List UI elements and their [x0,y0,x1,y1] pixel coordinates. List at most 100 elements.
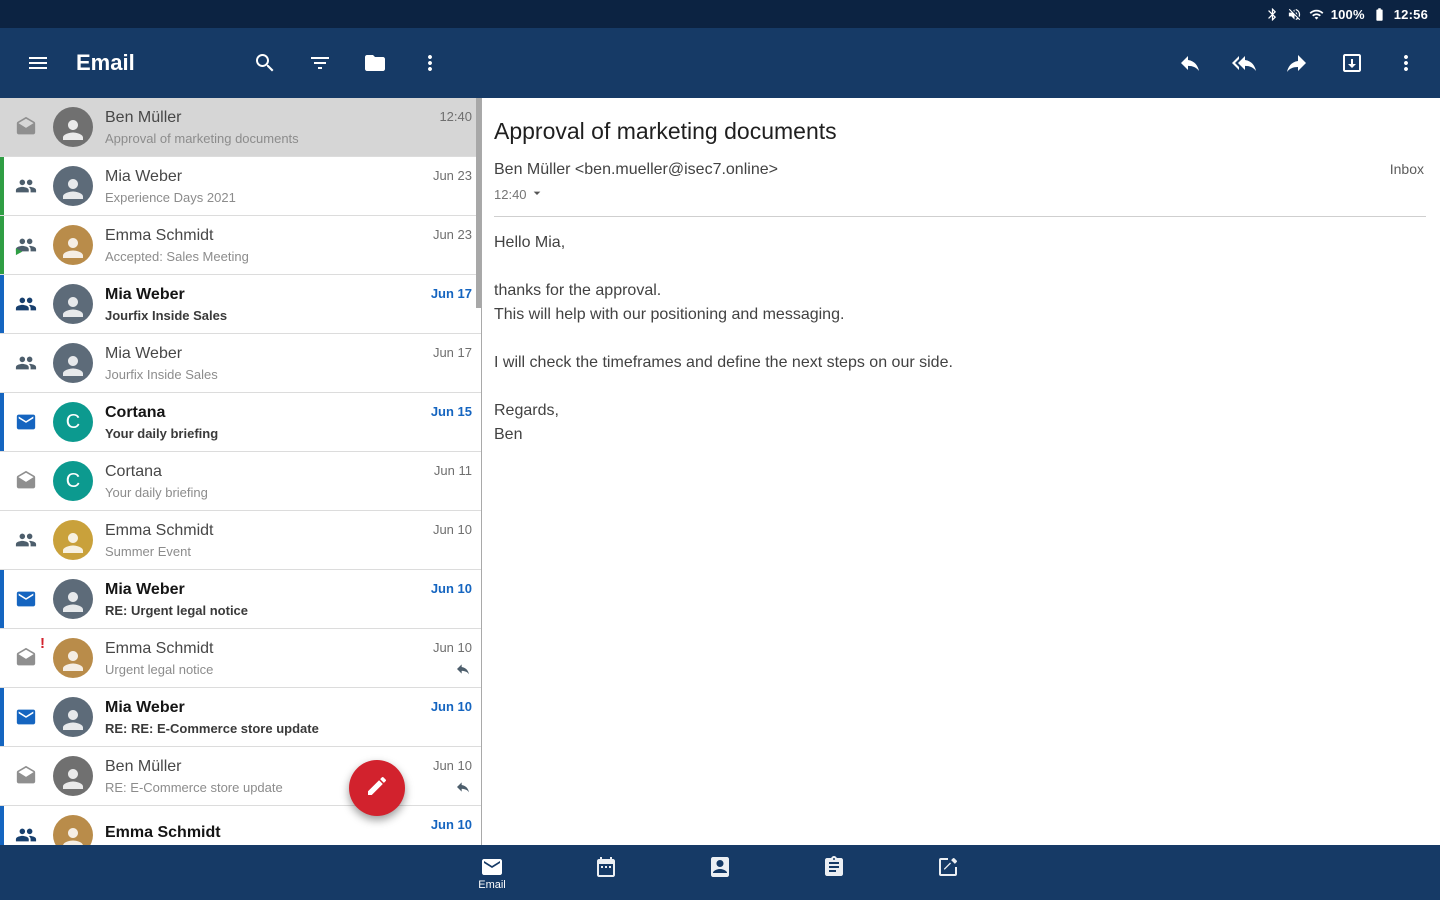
email-date: 12:40 [439,109,472,124]
avatar [53,697,93,737]
email-subject: Your daily briefing [105,425,219,441]
email-list-item[interactable]: ! C Cortana Your daily briefing Jun 11 [0,452,481,511]
sender-name: Mia Weber [105,285,185,303]
email-subject: Your daily briefing [105,484,208,500]
email-list-pane: ! Ben Müller Approval of marketing docum… [0,98,482,845]
email-list-item[interactable]: ! Ben Müller Approval of marketing docum… [0,98,481,157]
sender-name: Cortana [105,462,162,480]
email-date: Jun 23 [432,227,472,242]
email-date: Jun 17 [432,345,472,360]
email-list-item[interactable]: ! C Cortana Your daily briefing Jun 15 [0,393,481,452]
more-vert-icon[interactable] [418,51,442,75]
sender-name: Emma Schmidt [105,824,221,841]
reply-icon[interactable] [1178,51,1202,75]
nav-item-tasks[interactable] [808,855,860,891]
tasks-nav-icon [822,855,846,879]
email-subject: RE: Urgent legal notice [105,602,249,618]
header-divider [494,216,1426,217]
filter-icon[interactable] [308,51,332,75]
replied-icon [455,779,471,795]
nav-item-calendar[interactable] [580,855,632,891]
bottom-nav: Email [0,845,1440,900]
mail-status-icon [8,588,44,610]
avatar [53,284,93,324]
contacts-nav-icon [708,855,732,879]
avatar [53,756,93,796]
email-list-item[interactable]: ! Emma Schmidt Urgent legal notice Jun 1… [0,629,481,688]
unread-bar [0,98,4,156]
email-list-item[interactable]: ! Mia Weber Experience Days 2021 Jun 23 [0,157,481,216]
email-subject: Approval of marketing documents [105,130,299,146]
toolbar-right-actions [1178,51,1418,75]
forward-icon[interactable] [1286,51,1310,75]
unread-bar [0,157,4,215]
email-date: Jun 10 [432,640,472,655]
unread-bar [0,747,4,805]
email-list-item[interactable]: ! Mia Weber RE: RE: E-Commerce store upd… [0,688,481,747]
email-subject: Jourfix Inside Sales [105,307,228,323]
email-list-item[interactable]: ! Ben Müller RE: E-Commerce store update… [0,747,481,806]
detail-folder-label: Inbox [1389,161,1424,177]
folder-icon[interactable] [363,51,387,75]
email-date: Jun 11 [433,463,472,478]
move-to-folder-icon[interactable] [1340,51,1364,75]
email-list-item[interactable]: ! Emma Schmidt Accepted: Sales Meeting J… [0,216,481,275]
mail-status-icon [8,411,44,433]
battery-percentage: 100% [1330,6,1365,22]
unread-bar [0,511,4,569]
sender-name: Mia Weber [105,344,183,362]
email-app-window: 100% 12:56 Email ! Ben Müller [0,0,1440,900]
email-subject: Summer Event [105,543,191,559]
chevron-down-icon [529,185,545,204]
email-list-item[interactable]: ! Mia Weber Jourfix Inside Sales Jun 17 [0,275,481,334]
notes-nav-icon [936,855,960,879]
email-date: Jun 10 [432,758,472,773]
detail-time: 12:40 [494,187,527,202]
email-subject: Experience Days 2021 [105,189,236,205]
avatar [53,107,93,147]
menu-icon[interactable] [26,51,50,75]
mail-status-icon [8,529,44,551]
nav-item-email[interactable]: Email [466,855,518,891]
email-list-item[interactable]: ! Emma Schmidt Summer Event Jun 10 [0,511,481,570]
avatar [53,815,93,845]
unread-bar [0,688,4,746]
email-nav-icon [480,855,504,879]
email-list-item[interactable]: ! Mia Weber Jourfix Inside Sales Jun 17 [0,334,481,393]
detail-body: Hello Mia, thanks for the approval. This… [494,234,953,443]
email-list-item[interactable]: ! Mia Weber RE: Urgent legal notice Jun … [0,570,481,629]
unread-bar [0,452,4,510]
app-toolbar: Email [0,28,1440,98]
email-date: Jun 10 [430,817,472,832]
email-subject: Jourfix Inside Sales [105,366,218,382]
detail-time-expander[interactable]: 12:40 [494,185,564,204]
email-list-item[interactable]: ! Emma Schmidt Jun 10 [0,806,481,845]
toolbar-left-actions [253,51,442,75]
battery-icon [1372,7,1387,22]
status-clock: 12:56 [1393,6,1428,22]
email-list: ! Ben Müller Approval of marketing docum… [0,98,481,845]
email-subject: Urgent legal notice [105,661,214,677]
email-subject: Accepted: Sales Meeting [105,248,249,264]
overflow-menu-icon[interactable] [1394,51,1418,75]
email-date: Jun 10 [430,581,472,596]
unread-bar [0,806,4,845]
reply-all-icon[interactable] [1232,51,1256,75]
mail-status-icon [8,116,44,138]
mail-status-icon [8,470,44,492]
sender-name: Emma Schmidt [105,226,214,244]
sender-name: Emma Schmidt [105,521,214,539]
nav-item-label: Email [478,878,506,891]
sender-name: Cortana [105,403,166,421]
status-bar: 100% 12:56 [0,0,1440,28]
search-icon[interactable] [253,51,277,75]
compose-button[interactable] [349,760,405,816]
list-scrollbar[interactable] [476,98,481,308]
nav-item-contacts[interactable] [694,855,746,891]
nav-item-notes[interactable] [922,855,974,891]
unread-bar [0,216,4,274]
avatar [53,343,93,383]
email-date: Jun 10 [432,522,472,537]
email-date: Jun 15 [430,404,472,419]
avatar [53,520,93,560]
